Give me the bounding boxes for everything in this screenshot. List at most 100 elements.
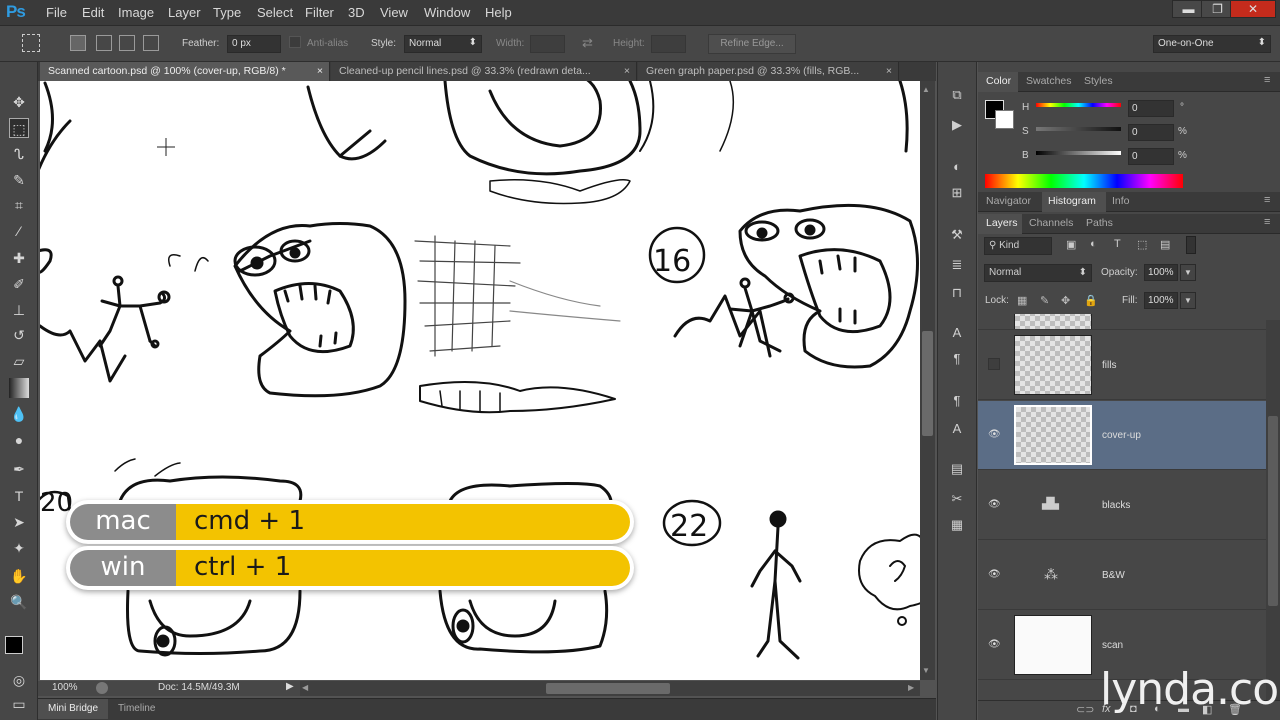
layer-row-bw[interactable]: 👁 ⁂ B&W xyxy=(978,541,1266,610)
type-tool-icon[interactable]: T xyxy=(9,486,29,506)
tab-info[interactable]: Info xyxy=(1112,195,1130,207)
brightness-slider[interactable] xyxy=(1036,151,1121,155)
subtract-selection-icon[interactable] xyxy=(119,35,135,51)
layer-name[interactable]: blacks xyxy=(1102,500,1130,511)
zoom-tool-icon[interactable]: 🔍 xyxy=(9,592,29,612)
panel-menu-icon[interactable]: ≡ xyxy=(1264,74,1270,86)
marquee-preset-icon[interactable] xyxy=(22,34,40,52)
shape-tool-icon[interactable]: ✦ xyxy=(9,538,29,558)
color-background-swatch[interactable] xyxy=(995,110,1014,129)
menu-image[interactable]: Image xyxy=(118,5,154,20)
link-layers-icon[interactable]: ⊂⊃ xyxy=(1076,703,1094,716)
layer-name[interactable]: scan xyxy=(1102,640,1123,651)
layer-filter-select[interactable]: ⚲ Kind xyxy=(984,237,1052,255)
new-selection-icon[interactable] xyxy=(70,35,86,51)
refine-edge-button[interactable]: Refine Edge... xyxy=(708,34,796,54)
actions-panel-icon[interactable]: ▶ xyxy=(948,116,966,134)
vertical-scrollbar[interactable]: ▲ ▼ xyxy=(920,81,935,680)
shape-filter-icon[interactable]: ⬚ xyxy=(1137,238,1147,251)
status-info-icon[interactable] xyxy=(96,682,108,694)
screen-mode-icon[interactable]: ▭ xyxy=(9,694,29,714)
brush-panel-icon[interactable]: ≣ xyxy=(948,256,966,274)
character-styles-icon[interactable]: A xyxy=(948,420,966,438)
tab-styles[interactable]: Styles xyxy=(1084,75,1113,87)
quick-select-tool-icon[interactable]: ✎ xyxy=(9,170,29,190)
style-select[interactable]: Normal ⬍ xyxy=(404,35,482,53)
close-icon[interactable]: × xyxy=(624,65,630,77)
saturation-slider[interactable] xyxy=(1036,127,1121,131)
tab-navigator[interactable]: Navigator xyxy=(986,195,1031,207)
path-selection-tool-icon[interactable]: ➤ xyxy=(9,512,29,532)
adjustment-filter-icon[interactable]: ◐ xyxy=(1090,238,1097,250)
swap-icon[interactable]: ⇄ xyxy=(582,35,593,51)
horizontal-scrollbar[interactable]: ◀ ▶ xyxy=(300,681,920,696)
tab-layers[interactable]: Layers xyxy=(986,217,1018,229)
gradient-tool-icon[interactable] xyxy=(9,378,29,398)
styles-panel-icon[interactable]: ⊞ xyxy=(948,184,966,202)
layer-name[interactable]: B&W xyxy=(1102,570,1125,581)
lock-all-icon[interactable]: 🔒 xyxy=(1084,294,1098,307)
menu-file[interactable]: File xyxy=(46,5,67,20)
adjustments-panel-icon[interactable]: ◐ xyxy=(948,158,966,176)
scroll-down-icon[interactable]: ▼ xyxy=(922,666,930,675)
color-ramp[interactable] xyxy=(985,174,1183,188)
tab-timeline[interactable]: Timeline xyxy=(118,703,155,714)
antialias-checkbox[interactable] xyxy=(289,36,301,48)
opacity-input[interactable]: 100% xyxy=(1144,264,1178,281)
lock-transparency-icon[interactable]: ▦ xyxy=(1017,294,1027,307)
close-window-button[interactable]: ✕ xyxy=(1230,0,1276,18)
hand-tool-icon[interactable]: ✋ xyxy=(9,566,29,586)
eye-icon[interactable]: 👁 xyxy=(988,429,1001,440)
tab-histogram[interactable]: Histogram xyxy=(1048,195,1096,207)
menu-layer[interactable]: Layer xyxy=(168,5,201,20)
brightness-value[interactable]: 0 xyxy=(1128,148,1174,165)
saturation-value[interactable]: 0 xyxy=(1128,124,1174,141)
character-panel-icon[interactable]: A xyxy=(948,324,966,342)
scroll-right-icon[interactable]: ▶ xyxy=(908,683,914,692)
lock-position-icon[interactable]: ✥ xyxy=(1061,294,1070,307)
layer-row-cover-up[interactable]: 👁 cover-up xyxy=(978,401,1266,470)
close-icon[interactable]: × xyxy=(886,65,892,77)
layer-name[interactable]: cover-up xyxy=(1102,430,1141,441)
zoom-level[interactable]: 100% xyxy=(52,682,78,693)
eye-icon[interactable]: 👁 xyxy=(988,569,1001,580)
layers-scroll-thumb[interactable] xyxy=(1268,416,1278,606)
height-input[interactable] xyxy=(651,35,686,53)
history-brush-tool-icon[interactable]: ↺ xyxy=(9,325,29,345)
fill-input[interactable]: 100% xyxy=(1144,292,1178,309)
visibility-toggle-off[interactable] xyxy=(988,358,1000,370)
blend-mode-select[interactable]: Normal ⬍ xyxy=(984,264,1092,282)
pixel-filter-icon[interactable]: ▣ xyxy=(1066,238,1076,251)
menu-help[interactable]: Help xyxy=(485,5,512,20)
type-filter-icon[interactable]: T xyxy=(1114,238,1121,250)
lock-pixels-icon[interactable]: ✎ xyxy=(1040,294,1049,307)
menu-filter[interactable]: Filter xyxy=(305,5,334,20)
tab-color[interactable]: Color xyxy=(986,75,1011,87)
intersect-selection-icon[interactable] xyxy=(143,35,159,51)
eraser-tool-icon[interactable]: ▱ xyxy=(9,351,29,371)
tab-paths[interactable]: Paths xyxy=(1086,217,1113,229)
panel-menu-icon[interactable]: ≡ xyxy=(1264,216,1270,228)
close-icon[interactable]: × xyxy=(317,65,323,77)
tab-swatches[interactable]: Swatches xyxy=(1026,75,1072,87)
menu-type[interactable]: Type xyxy=(213,5,241,20)
healing-brush-tool-icon[interactable]: ✚ xyxy=(9,248,29,268)
feather-input[interactable]: 0 px xyxy=(227,35,281,53)
menu-window[interactable]: Window xyxy=(424,5,470,20)
filter-toggle[interactable] xyxy=(1186,236,1196,254)
layers-scrollbar[interactable] xyxy=(1266,320,1280,700)
opacity-dropdown-icon[interactable]: ▼ xyxy=(1180,264,1196,281)
tab-channels[interactable]: Channels xyxy=(1029,217,1073,229)
lasso-tool-icon[interactable]: ᔐ xyxy=(9,144,29,164)
foreground-color-swatch[interactable] xyxy=(5,636,23,654)
menu-view[interactable]: View xyxy=(380,5,408,20)
marquee-tool-icon[interactable]: ⬚ xyxy=(9,118,29,138)
tab-mini-bridge[interactable]: Mini Bridge xyxy=(48,703,98,714)
paragraph-styles-icon[interactable]: ¶ xyxy=(948,392,966,410)
blur-tool-icon[interactable]: 💧 xyxy=(9,404,29,424)
panel-menu-icon[interactable]: ≡ xyxy=(1264,194,1270,206)
brush-tool-icon[interactable]: ✐ xyxy=(9,274,29,294)
layer-comps-icon[interactable]: ✂ xyxy=(948,490,966,508)
quick-mask-icon[interactable]: ◎ xyxy=(9,670,29,690)
tab-cleaned-up-pencil-lines[interactable]: Cleaned-up pencil lines.psd @ 33.3% (red… xyxy=(331,62,637,81)
